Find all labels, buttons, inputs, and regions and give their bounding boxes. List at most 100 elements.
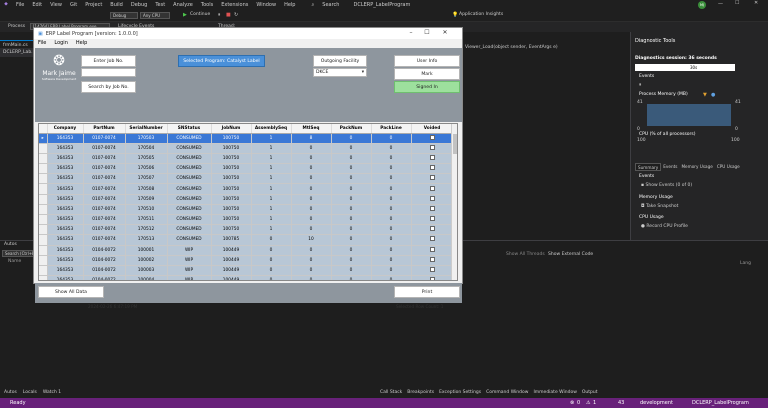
voided-checkbox[interactable] <box>429 256 435 262</box>
timeline-ruler[interactable]: 30s <box>635 64 735 71</box>
tab-cpu-usage[interactable]: CPU Usage <box>715 163 742 171</box>
tab-locals[interactable]: Locals <box>23 390 37 395</box>
scrollbar-thumb[interactable] <box>453 134 457 154</box>
cell-voided[interactable] <box>411 255 454 266</box>
job-number-input[interactable] <box>81 68 136 77</box>
table-row[interactable]: 164353 0104-0072 100001 WIP 100449 0 0 0 0 <box>39 245 454 256</box>
row-header[interactable] <box>39 214 48 226</box>
table-row[interactable]: 164353 0107-0074 170513 CONSUMED 100785 0 10 0 0 <box>39 234 454 246</box>
cell-voided[interactable] <box>411 194 454 205</box>
cell-voided[interactable] <box>411 214 454 226</box>
menu-window[interactable]: Window <box>252 2 280 8</box>
stop-icon[interactable]: ■ <box>226 12 231 18</box>
show-all-data-button[interactable]: Show All Data <box>38 286 104 298</box>
continue-button[interactable]: Continue <box>190 12 210 17</box>
cell-voided[interactable] <box>411 224 454 236</box>
voided-checkbox[interactable] <box>429 277 435 280</box>
facility-select[interactable]: DKCE ▾ <box>313 68 367 77</box>
col-jobnum[interactable]: JobNum <box>211 124 252 134</box>
menu-project[interactable]: Project <box>81 2 106 8</box>
voided-checkbox[interactable] <box>429 154 435 160</box>
voided-checkbox[interactable] <box>429 205 435 211</box>
row-header[interactable] <box>39 204 48 216</box>
cell-voided[interactable] <box>411 245 454 256</box>
menu-build[interactable]: Build <box>106 2 127 8</box>
col-snstatus[interactable]: SNStatus <box>167 124 212 134</box>
voided-checkbox[interactable] <box>429 175 435 181</box>
row-header[interactable] <box>39 265 48 277</box>
continue-icon[interactable]: ▶ <box>183 12 187 18</box>
user-avatar[interactable]: MJ <box>698 1 706 9</box>
table-row[interactable]: ▸ 164353 0107-0074 170503 CONSUMED 100750 1 8 0 0 <box>39 133 454 144</box>
voided-checkbox[interactable] <box>429 195 435 201</box>
app-insights-button[interactable]: Application Insights <box>459 12 503 17</box>
table-row[interactable]: 164353 0107-0074 170507 CONSUMED 100750 1 0 0 0 <box>39 173 454 185</box>
menu-git[interactable]: Git <box>66 2 81 8</box>
table-row[interactable]: 164353 0107-0074 170506 CONSUMED 100750 1 0 0 0 <box>39 163 454 175</box>
col-company[interactable]: Company <box>47 124 84 134</box>
table-row[interactable]: 164353 0104-0072 100002 WIP 100449 0 0 0 0 <box>39 255 454 266</box>
show-all-threads-toggle[interactable]: Show All Threads <box>506 252 545 257</box>
menu-extensions[interactable]: Extensions <box>217 2 252 8</box>
grid-scrollbar[interactable] <box>451 124 457 280</box>
debug-config-select[interactable]: Debug <box>110 12 138 19</box>
cell-voided[interactable] <box>411 173 454 185</box>
minimize-icon[interactable]: — <box>718 1 723 7</box>
record-cpu-button[interactable]: ● Record CPU Profile <box>641 224 688 229</box>
tab-summary[interactable]: Summary <box>635 163 662 171</box>
table-row[interactable]: 164353 0104-0072 100003 WIP 100449 0 0 0 0 <box>39 265 454 277</box>
row-header[interactable] <box>39 255 48 266</box>
row-header[interactable] <box>39 173 48 185</box>
menu-help[interactable]: Help <box>280 2 299 8</box>
form-minimize-icon[interactable]: – <box>404 29 418 38</box>
voided-checkbox[interactable] <box>429 134 435 140</box>
tab-output[interactable]: Output <box>582 390 598 395</box>
row-header[interactable] <box>39 153 48 165</box>
voided-checkbox[interactable] <box>429 144 435 150</box>
take-snapshot-button[interactable]: ◘ Take Snapshot <box>641 204 678 209</box>
row-header[interactable] <box>39 183 48 195</box>
form-menu-login[interactable]: Login <box>50 40 72 46</box>
row-header[interactable] <box>39 143 48 154</box>
maximize-icon[interactable]: ☐ <box>735 0 739 6</box>
voided-checkbox[interactable] <box>429 165 435 171</box>
pause-icon[interactable]: ⏸ <box>218 12 221 18</box>
voided-checkbox[interactable] <box>429 267 435 273</box>
data-grid[interactable]: Company PartNum SerialNumber SNStatus Jo… <box>38 123 458 281</box>
form-maximize-icon[interactable]: ☐ <box>420 29 434 38</box>
table-row[interactable]: 164353 0107-0074 170508 CONSUMED 100750 1 0 0 0 <box>39 183 454 195</box>
search-icon[interactable]: ⌕ <box>307 2 318 8</box>
tab-call-stack[interactable]: Call Stack <box>380 390 402 395</box>
voided-checkbox[interactable] <box>429 216 435 222</box>
tab-watch1[interactable]: Watch 1 <box>43 390 61 395</box>
col-packline[interactable]: PackLine <box>371 124 412 134</box>
cell-voided[interactable] <box>411 265 454 277</box>
cell-voided[interactable] <box>411 183 454 195</box>
print-button[interactable]: Print <box>394 286 460 298</box>
menu-tools[interactable]: Tools <box>197 2 217 8</box>
close-icon[interactable]: ✕ <box>754 0 758 6</box>
tab-memory-usage[interactable]: Memory Usage <box>679 163 714 171</box>
row-header[interactable] <box>39 245 48 256</box>
col-assemblyseq[interactable]: AssemblySeq <box>251 124 292 134</box>
error-icon[interactable]: ⊗ <box>570 400 574 406</box>
form-menu-file[interactable]: File <box>34 40 50 46</box>
method-nav-select[interactable]: Viewer_Load(object sender, EventArgs e) <box>465 45 558 50</box>
voided-checkbox[interactable] <box>429 236 435 242</box>
tab-immediate-window[interactable]: Immediate Window <box>533 390 576 395</box>
show-external-code-toggle[interactable]: Show External Code <box>548 252 593 257</box>
cell-voided[interactable] <box>411 143 454 154</box>
cell-voided[interactable] <box>411 275 454 280</box>
search-by-job-button[interactable]: Search by Job No. <box>81 81 136 93</box>
menu-debug[interactable]: Debug <box>127 2 151 8</box>
menu-file[interactable]: File <box>12 2 28 8</box>
voided-checkbox[interactable] <box>429 185 435 191</box>
table-row[interactable]: 164353 0107-0074 170512 CONSUMED 100750 1 0 0 0 <box>39 224 454 236</box>
selected-program-button[interactable]: Selected Program: Catalyst Label <box>178 55 265 67</box>
menu-edit[interactable]: Edit <box>28 2 46 8</box>
col-voided[interactable]: Voided <box>411 124 454 134</box>
row-header[interactable] <box>39 234 48 246</box>
form-close-icon[interactable]: ✕ <box>438 29 452 38</box>
vs-search[interactable]: Search <box>318 2 343 8</box>
cell-voided[interactable] <box>411 163 454 175</box>
